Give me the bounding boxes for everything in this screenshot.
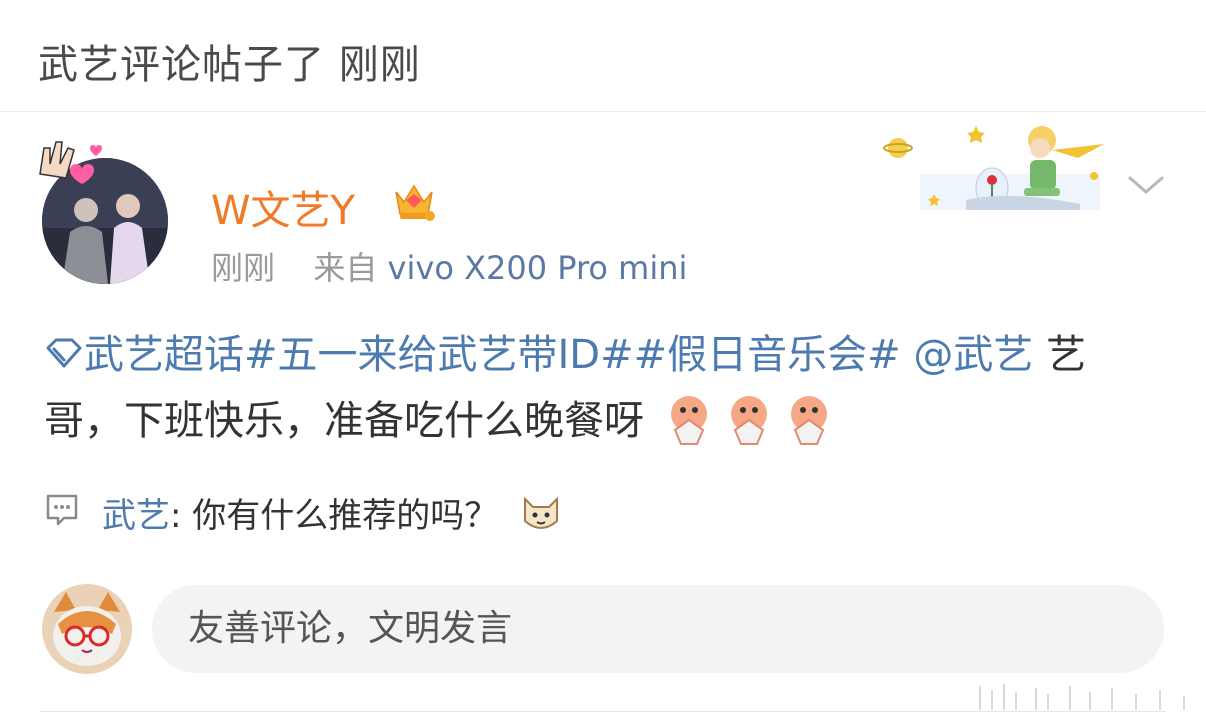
current-user-avatar[interactable]	[42, 584, 132, 674]
clapping-emoji	[670, 396, 707, 445]
little-prince-decoration	[880, 114, 1110, 214]
username[interactable]: W文艺Y	[211, 178, 355, 236]
chevron-down-icon[interactable]	[1126, 170, 1166, 200]
source-prefix: 来自	[313, 249, 378, 287]
post-meta: 刚刚 来自 vivo X200 Pro mini	[211, 243, 687, 289]
topic-diamond-icon	[46, 338, 82, 368]
clapping-emoji	[790, 396, 827, 445]
crown-badge	[392, 178, 436, 222]
watermark-lines	[979, 684, 1185, 710]
cat-emoji	[524, 496, 559, 529]
reply-separator: :	[170, 496, 182, 536]
reply-content: 你有什么推荐的吗？	[192, 496, 499, 536]
post-content: 武艺超话#五一来给武艺带ID##假日音乐会# @武艺 艺哥，下班快乐，准备吃什么…	[44, 322, 1164, 454]
mention-link[interactable]: @武艺	[913, 332, 1033, 378]
topic-text: 武艺超话#五一来给武艺带ID##假日音乐会#	[84, 332, 901, 378]
comment-bubble-icon	[46, 494, 78, 526]
reply-preview[interactable]: 武艺: 你有什么推荐的吗？	[44, 488, 944, 538]
source-device[interactable]: vivo X200 Pro mini	[388, 249, 688, 287]
avatar-sticker	[30, 134, 108, 190]
topic-link[interactable]: 武艺超话#五一来给武艺带ID##假日音乐会#	[44, 332, 913, 378]
page-title: 武艺评论帖子了 刚刚	[38, 42, 421, 88]
header: 武艺评论帖子了 刚刚	[0, 0, 1206, 112]
clapping-emoji	[730, 396, 767, 445]
comment-input[interactable]: 友善评论，文明发言	[152, 585, 1164, 673]
post-time: 刚刚	[211, 249, 276, 287]
reply-user[interactable]: 武艺	[102, 496, 170, 536]
reply-text: 武艺: 你有什么推荐的吗？	[102, 488, 563, 537]
